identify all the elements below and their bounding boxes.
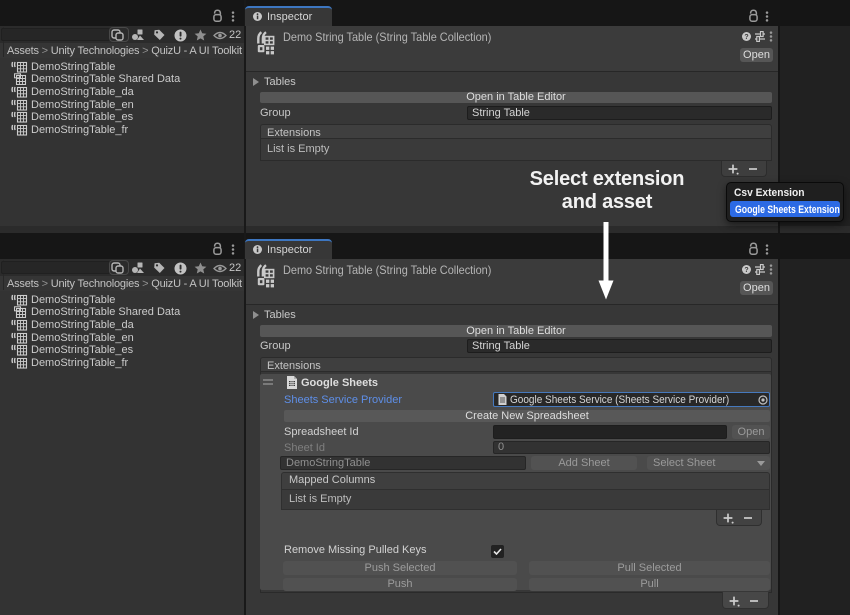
svg-text:?: ? <box>744 267 748 274</box>
svg-text:?: ? <box>744 34 748 41</box>
